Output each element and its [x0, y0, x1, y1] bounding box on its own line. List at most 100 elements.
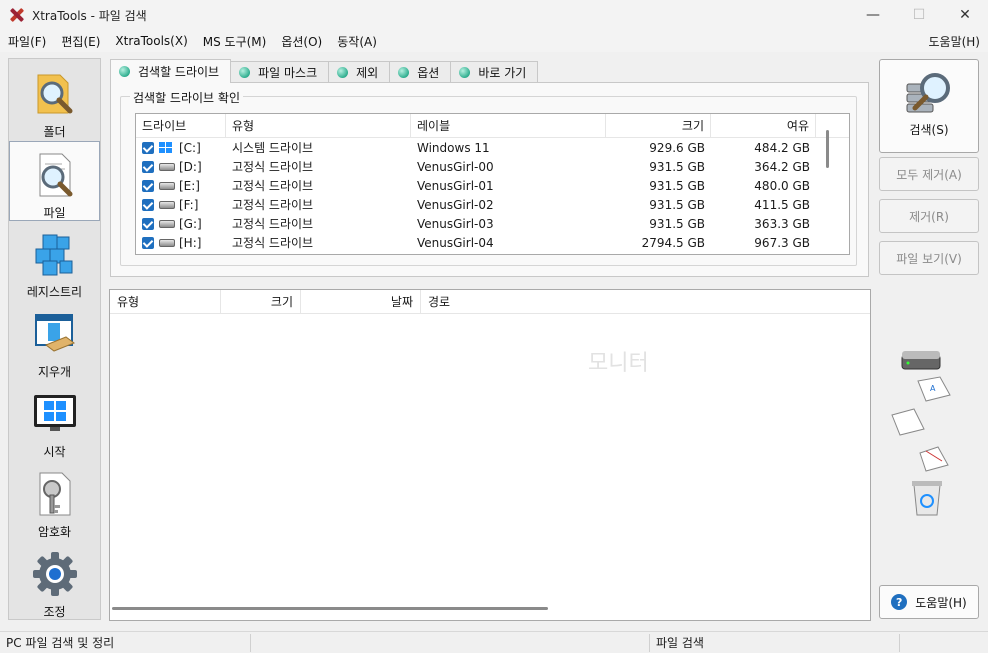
close-button[interactable]: ✕ — [942, 0, 988, 30]
drive-letter: [E:] — [179, 178, 200, 193]
column-header-free[interactable]: 여유 — [711, 114, 816, 138]
drive-list-scrollbar[interactable] — [826, 130, 829, 168]
drive-size: 929.6 GB — [649, 140, 705, 155]
drive-row[interactable]: [E:] 고정식 드라이브 VenusGirl-01 931.5 GB 480.0 GB — [136, 176, 849, 195]
drive-checkbox[interactable] — [142, 198, 154, 211]
hard-drive-icon — [159, 181, 175, 190]
tab-file-mask[interactable]: 파일 마스크 — [230, 61, 330, 83]
drive-files-recycle-illustration: A — [886, 345, 966, 525]
drive-label: VenusGirl-00 — [417, 159, 494, 174]
drive-label: VenusGirl-04 — [417, 235, 494, 250]
database-search-icon — [901, 70, 957, 123]
nav-item-start[interactable]: 시작 — [9, 381, 100, 461]
tab-label: 바로 가기 — [478, 66, 527, 80]
column-header-label[interactable]: 레이블 — [411, 114, 606, 138]
tab-bullet-icon — [239, 67, 251, 78]
hard-drive-icon — [159, 238, 175, 247]
remove-button[interactable]: 제거(R) — [879, 199, 979, 233]
status-right: 파일 검색 — [650, 633, 900, 652]
drive-cell: [D:] — [136, 160, 226, 174]
drive-label: Windows 11 — [417, 140, 490, 155]
eraser-icon — [32, 311, 78, 357]
drive-letter: [G:] — [179, 216, 202, 231]
nav-item-eraser[interactable]: 지우개 — [9, 301, 100, 381]
drive-free: 484.2 GB — [754, 140, 810, 155]
tab-options[interactable]: 옵션 — [389, 61, 452, 83]
menu-file[interactable]: 파일(F) — [0, 33, 53, 50]
tab-drives[interactable]: 검색할 드라이브 — [110, 59, 232, 83]
status-middle — [251, 633, 650, 652]
menu-xtratools[interactable]: XtraTools(X) — [107, 34, 194, 48]
drive-checkbox[interactable] — [142, 141, 154, 154]
column-header-result-date[interactable]: 날짜 — [301, 290, 421, 313]
drive-list: 드라이브 유형 레이블 크기 여유 [C:] 시스템 드라이브 Windows 11… — [135, 113, 850, 255]
drive-row[interactable]: [C:] 시스템 드라이브 Windows 11 929.6 GB 484.2 GB — [136, 138, 849, 157]
folder-search-icon — [32, 71, 78, 117]
drive-cell: [C:] — [136, 141, 226, 155]
help-button[interactable]: ? 도움말(H) — [879, 585, 979, 619]
window-title: XtraTools - 파일 검색 — [32, 8, 147, 23]
nav-label: 암호화 — [37, 525, 72, 539]
column-header-result-path[interactable]: 경로 — [421, 290, 821, 313]
column-header-drive[interactable]: 드라이브 — [136, 114, 226, 138]
drive-letter: [H:] — [179, 235, 202, 250]
drive-row[interactable]: [H:] 고정식 드라이브 VenusGirl-04 2794.5 GB 967.3 G… — [136, 233, 849, 252]
drive-checkbox[interactable] — [142, 236, 154, 249]
menu-bar: 파일(F) 편집(E) XtraTools(X) MS 도구(M) 옵션(O) … — [0, 30, 988, 52]
menu-options[interactable]: 옵션(O) — [273, 33, 329, 50]
registry-cubes-icon — [32, 231, 78, 277]
tab-bullet-icon — [337, 67, 349, 78]
drive-checkbox[interactable] — [142, 217, 154, 230]
drive-letter: [D:] — [179, 159, 202, 174]
nav-label: 시작 — [43, 445, 66, 459]
menu-action[interactable]: 동작(A) — [329, 33, 384, 50]
drive-size: 931.5 GB — [649, 216, 705, 231]
window-controls: — ☐ ✕ — [850, 0, 988, 30]
drive-label: VenusGirl-03 — [417, 216, 494, 231]
menu-help[interactable]: 도움말(H) — [928, 33, 980, 50]
results-scrollbar[interactable] — [112, 607, 548, 610]
tab-exclude[interactable]: 제외 — [328, 61, 391, 83]
tab-bullet-icon — [459, 67, 471, 78]
nav-item-registry[interactable]: 레지스트리 — [9, 221, 100, 301]
tool-sidebar: 폴더 파일 레지스트리 지우개 시작 암호화 조정 — [8, 58, 101, 620]
file-search-icon — [32, 152, 78, 198]
drive-row[interactable]: [G:] 고정식 드라이브 VenusGirl-03 931.5 GB 363.3 GB — [136, 214, 849, 233]
nav-item-file[interactable]: 파일 — [9, 141, 100, 221]
drive-free: 480.0 GB — [754, 178, 810, 193]
nav-item-tweak[interactable]: 조정 — [9, 541, 100, 621]
maximize-button[interactable]: ☐ — [896, 0, 942, 30]
svg-text:A: A — [930, 384, 936, 393]
windows-start-icon — [32, 391, 78, 437]
column-header-type[interactable]: 유형 — [226, 114, 411, 138]
remove-all-button[interactable]: 모두 제거(A) — [879, 157, 979, 191]
menu-ms-tools[interactable]: MS 도구(M) — [195, 33, 274, 50]
drive-label: VenusGirl-02 — [417, 197, 494, 212]
drive-label: VenusGirl-01 — [417, 178, 494, 193]
hard-drive-icon — [159, 219, 175, 228]
nav-item-folder[interactable]: 폴더 — [9, 61, 100, 141]
minimize-button[interactable]: — — [850, 0, 896, 30]
column-header-result-size[interactable]: 크기 — [221, 290, 301, 313]
system-drive-icon — [159, 141, 175, 154]
question-icon: ? — [891, 594, 908, 610]
title-bar: XtraTools - 파일 검색 — ☐ ✕ — [0, 0, 988, 30]
drive-list-header: 드라이브 유형 레이블 크기 여유 — [136, 114, 849, 138]
drive-cell: [G:] — [136, 217, 226, 231]
drive-row[interactable]: [F:] 고정식 드라이브 VenusGirl-02 931.5 GB 411.5 GB — [136, 195, 849, 214]
column-header-size[interactable]: 크기 — [606, 114, 711, 138]
drive-checkbox[interactable] — [142, 160, 154, 173]
menu-edit[interactable]: 편집(E) — [53, 33, 107, 50]
column-header-result-type[interactable]: 유형 — [110, 290, 221, 313]
drive-type: 시스템 드라이브 — [232, 141, 314, 155]
nav-item-encrypt[interactable]: 암호화 — [9, 461, 100, 541]
search-options-tabs: 검색할 드라이브 파일 마스크 제외 옵션 바로 가기 — [110, 59, 539, 83]
search-button[interactable]: 검색(S) — [879, 59, 979, 153]
results-header: 유형 크기 날짜 경로 — [110, 290, 870, 314]
view-file-button[interactable]: 파일 보기(V) — [879, 241, 979, 275]
drive-cell: [E:] — [136, 179, 226, 193]
tab-shortcut[interactable]: 바로 가기 — [450, 61, 539, 83]
drive-row[interactable]: [D:] 고정식 드라이브 VenusGirl-00 931.5 GB 364.2 GB — [136, 157, 849, 176]
drive-checkbox[interactable] — [142, 179, 154, 192]
drive-group-title: 검색할 드라이브 확인 — [130, 89, 243, 106]
